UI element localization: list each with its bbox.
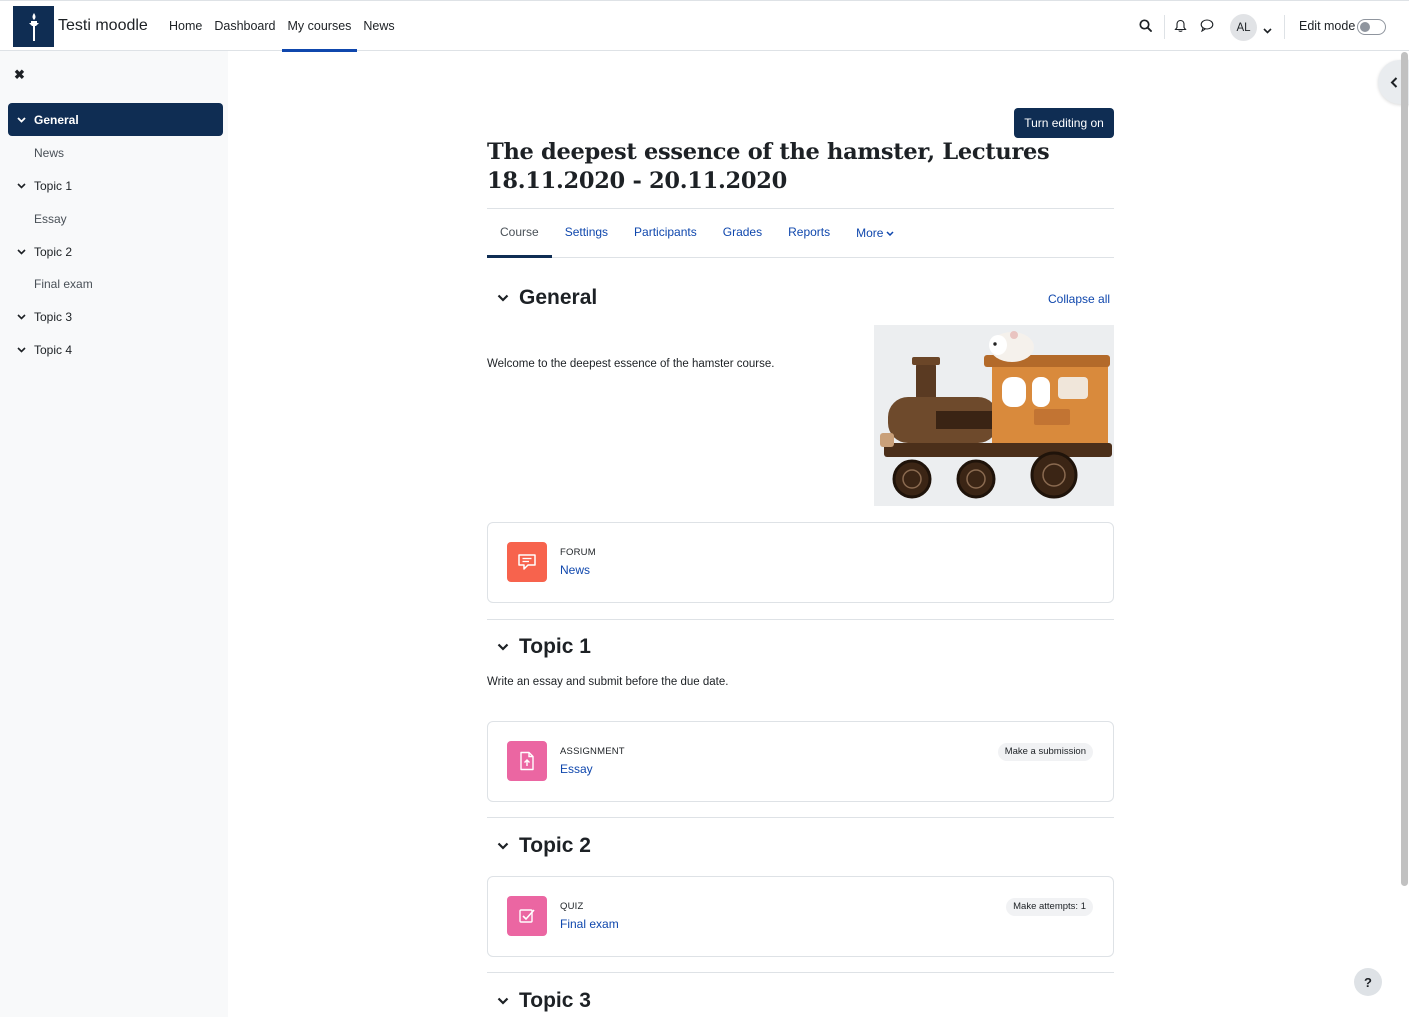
- edit-mode-toggle[interactable]: [1357, 19, 1386, 35]
- section-divider: [487, 972, 1114, 973]
- secondary-navigation: Course Settings Participants Grades Repo…: [487, 208, 1114, 258]
- section-header-topic-1: Topic 1: [487, 635, 591, 659]
- torch-logo-icon: [28, 12, 39, 41]
- nav-dashboard[interactable]: Dashboard: [208, 1, 281, 51]
- page-scrollbar[interactable]: [1401, 52, 1408, 886]
- hamster-train-image: [874, 325, 1114, 506]
- activity-quiz-final-exam[interactable]: Quiz Final exam Make attempts: 1: [487, 876, 1114, 957]
- tab-reports[interactable]: Reports: [775, 209, 843, 257]
- activity-completion-badge: Make attempts: 1: [1006, 898, 1093, 916]
- search-icon[interactable]: [1139, 19, 1152, 35]
- activity-name-link[interactable]: Essay: [560, 762, 593, 776]
- activity-type-label: Quiz: [560, 901, 584, 912]
- course-index-label: Final exam: [34, 276, 93, 291]
- section-title[interactable]: General: [519, 286, 597, 310]
- navbar-divider: [1164, 15, 1165, 39]
- activity-name-link[interactable]: News: [560, 563, 590, 577]
- section-title[interactable]: Topic 1: [519, 635, 591, 659]
- course-index-drawer: ✖ General News Topic 1 Essay Topic 2 Fin…: [0, 51, 228, 1017]
- course-index-label: News: [34, 145, 65, 160]
- course-index-label: Topic 1: [34, 178, 73, 193]
- chevron-down-icon[interactable]: [8, 346, 34, 353]
- course-index-general[interactable]: General: [8, 103, 223, 136]
- messages-chat-icon[interactable]: [1200, 19, 1214, 35]
- chevron-down-icon[interactable]: [487, 294, 519, 302]
- chevron-down-icon: [886, 230, 895, 236]
- activity-type-label: Forum: [560, 547, 596, 558]
- tab-participants[interactable]: Participants: [621, 209, 710, 257]
- nav-news[interactable]: News: [357, 1, 400, 51]
- chevron-down-icon[interactable]: [8, 313, 34, 320]
- chevron-down-icon[interactable]: [8, 248, 34, 255]
- course-index-topic-4[interactable]: Topic 4: [8, 333, 223, 366]
- tab-more-label: More: [856, 226, 884, 240]
- activity-forum-news[interactable]: Forum News: [487, 522, 1114, 603]
- navbar-divider: [1284, 15, 1285, 39]
- activity-type-label: Assignment: [560, 746, 625, 757]
- section-title[interactable]: Topic 2: [519, 834, 591, 858]
- site-logo[interactable]: [13, 6, 54, 47]
- course-index-news[interactable]: News: [8, 136, 223, 169]
- edit-mode-label: Edit mode: [1299, 19, 1356, 33]
- page-title: The deepest essence of the hamster, Lect…: [487, 139, 1050, 194]
- course-index-final-exam[interactable]: Final exam: [8, 267, 223, 300]
- course-index-label: Essay: [34, 211, 67, 226]
- section-divider: [487, 817, 1114, 818]
- chevron-down-icon[interactable]: [487, 643, 519, 651]
- section-header-topic-3: Topic 3: [487, 989, 591, 1013]
- nav-my-courses[interactable]: My courses: [281, 1, 358, 52]
- section-divider: [487, 619, 1114, 620]
- course-index-label: Topic 4: [34, 342, 73, 357]
- chevron-down-icon[interactable]: [487, 997, 519, 1005]
- chevron-down-icon[interactable]: [487, 842, 519, 850]
- user-avatar[interactable]: AL: [1230, 14, 1257, 41]
- chevron-down-icon[interactable]: [8, 182, 34, 189]
- course-index-topic-2[interactable]: Topic 2: [8, 235, 223, 268]
- assignment-icon: [507, 741, 547, 781]
- collapse-all-link[interactable]: Collapse all: [1048, 292, 1110, 306]
- site-name[interactable]: Testi moodle: [58, 17, 148, 35]
- course-index-topic-3[interactable]: Topic 3: [8, 300, 223, 333]
- chevron-down-icon[interactable]: [1263, 22, 1272, 37]
- tab-grades[interactable]: Grades: [710, 209, 775, 257]
- quiz-icon: [507, 896, 547, 936]
- section-summary: Welcome to the deepest essence of the ha…: [487, 358, 775, 370]
- course-index-label: General: [34, 112, 79, 127]
- chevron-left-icon: [1390, 76, 1398, 88]
- turn-editing-on-button[interactable]: Turn editing on: [1014, 108, 1114, 138]
- help-button[interactable]: ?: [1354, 968, 1382, 996]
- activity-name-link[interactable]: Final exam: [560, 917, 619, 931]
- section-header-topic-2: Topic 2: [487, 834, 591, 858]
- section-summary: Write an essay and submit before the due…: [487, 676, 729, 688]
- activity-completion-badge: Make a submission: [997, 743, 1093, 761]
- section-title[interactable]: Topic 3: [519, 989, 591, 1013]
- course-index-essay[interactable]: Essay: [8, 202, 223, 235]
- tab-settings[interactable]: Settings: [552, 209, 621, 257]
- close-icon[interactable]: ✖: [14, 67, 25, 83]
- primary-navigation: Home Dashboard My courses News: [163, 1, 401, 52]
- nav-home[interactable]: Home: [163, 1, 208, 51]
- course-index-topic-1[interactable]: Topic 1: [8, 169, 223, 202]
- tab-course[interactable]: Course: [487, 209, 552, 258]
- tab-more[interactable]: More: [843, 209, 907, 257]
- activity-assignment-essay[interactable]: Assignment Essay Make a submission: [487, 721, 1114, 802]
- section-header-general: General: [487, 286, 597, 310]
- forum-icon: [507, 542, 547, 582]
- notifications-bell-icon[interactable]: [1174, 19, 1187, 36]
- top-navbar: Testi moodle Home Dashboard My courses N…: [0, 0, 1409, 52]
- course-index-label: Topic 3: [34, 309, 73, 324]
- course-index-label: Topic 2: [34, 244, 73, 259]
- chevron-down-icon[interactable]: [8, 116, 34, 123]
